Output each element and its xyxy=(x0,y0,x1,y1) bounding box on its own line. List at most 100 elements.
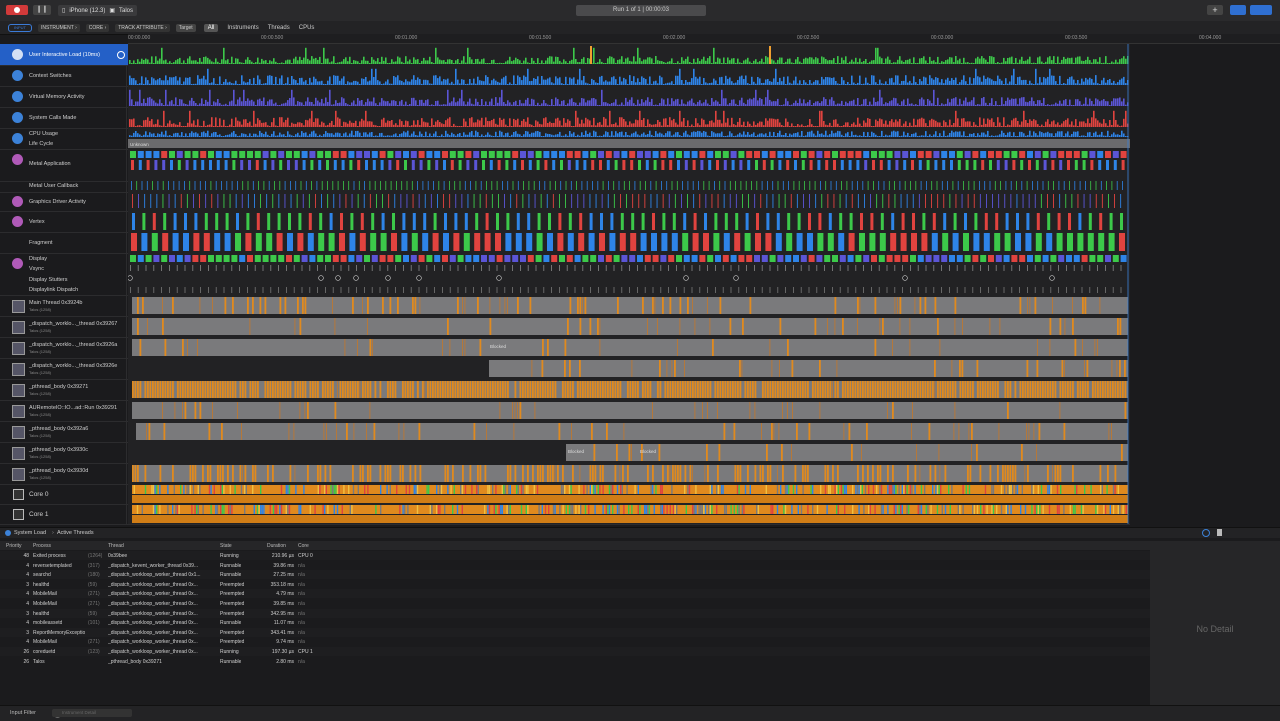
thread-running-slice xyxy=(162,402,163,419)
cpu-usage-bar xyxy=(833,133,835,137)
scope-instruments[interactable]: Instruments xyxy=(227,25,258,31)
context-switch-bar xyxy=(493,78,495,85)
cpu-usage-bar xyxy=(1063,136,1065,137)
vm-activity-bar xyxy=(629,99,631,106)
context-switch-bar xyxy=(253,77,255,85)
scope-all[interactable]: All xyxy=(203,23,219,32)
callback-tick xyxy=(1074,181,1076,190)
callback-tick xyxy=(343,181,344,190)
vm-activity-bar xyxy=(819,103,821,106)
vm-activity-bar xyxy=(779,105,781,106)
thread-running-slice xyxy=(727,381,729,398)
cpu-usage-bar xyxy=(1057,131,1059,137)
thread-running-slice xyxy=(277,381,279,398)
context-switch-bar xyxy=(753,81,755,85)
crumb-instrument[interactable]: INSTRUMENT › xyxy=(38,23,80,32)
cpu-usage-bar xyxy=(751,133,753,137)
core-slice xyxy=(352,485,355,494)
core-slice xyxy=(852,485,854,494)
load-bar xyxy=(139,61,141,64)
vm-activity-bar xyxy=(987,105,989,106)
vm-activity-bar xyxy=(697,101,699,106)
target-selector[interactable]: ▯ iPhone (12.3) ▣ Talos xyxy=(58,5,138,16)
pause-button[interactable]: ❙❙ xyxy=(33,5,51,15)
context-switch-bar xyxy=(195,83,197,85)
syscall-bar xyxy=(663,118,665,127)
cpu-usage-bar xyxy=(611,131,613,137)
track-options-icon[interactable] xyxy=(117,51,125,59)
vm-activity-bar xyxy=(933,89,935,106)
vertex-bar xyxy=(204,213,208,230)
cpu-usage-bar xyxy=(789,133,791,137)
metal-encoder-block xyxy=(691,151,698,158)
record-button[interactable] xyxy=(6,5,28,15)
context-switch-bar xyxy=(515,84,517,85)
vm-activity-bar xyxy=(353,100,355,106)
context-switch-bar xyxy=(631,81,633,85)
core-slice xyxy=(229,505,231,514)
load-bar xyxy=(1085,59,1087,64)
fragment-bar xyxy=(848,233,855,251)
core-slice xyxy=(194,505,196,514)
run-status[interactable]: Run 1 of 1 | 00:00:03 xyxy=(576,5,706,16)
context-switch-bar xyxy=(179,77,181,85)
core-slice xyxy=(223,505,225,514)
load-bar xyxy=(669,61,671,64)
context-switch-bar xyxy=(571,78,573,85)
vertex-bar xyxy=(1120,213,1123,230)
layout-toggle-right[interactable] xyxy=(1250,5,1272,15)
cpu-usage-bar xyxy=(419,131,421,137)
cpu-usage-bar xyxy=(891,131,893,137)
cpu-usage-bar xyxy=(931,136,933,137)
crumb-core[interactable]: CORE › xyxy=(85,23,110,32)
crumb-track-attribute[interactable]: TRACK ATTRIBUTE › xyxy=(115,23,170,32)
scope-cpus[interactable]: CPUs xyxy=(299,25,315,31)
thread-running-slice xyxy=(967,465,969,482)
thread-running-slice xyxy=(539,381,542,398)
thread-running-slice xyxy=(739,360,741,377)
driver-tick xyxy=(150,194,152,208)
driver-tick xyxy=(180,194,182,208)
load-bar xyxy=(983,58,985,64)
context-switch-bar xyxy=(883,83,885,85)
layout-toggle-left[interactable] xyxy=(1230,5,1246,15)
vm-activity-bar xyxy=(707,103,709,106)
core-slice xyxy=(578,485,580,494)
cpu-usage-bar xyxy=(729,131,731,137)
crumb-target[interactable]: Target xyxy=(175,23,196,32)
time-ruler[interactable]: 00:00.000 00:00.500 00:01.000 00:01.500 … xyxy=(128,34,1280,44)
cpu-usage-bar xyxy=(723,136,725,137)
vm-activity-bar xyxy=(823,97,825,106)
metal-encoder-block xyxy=(832,151,838,158)
thread-running-slice xyxy=(354,381,357,398)
thread-running-slice xyxy=(779,360,780,377)
context-switch-bar xyxy=(1115,83,1117,85)
scope-threads[interactable]: Threads xyxy=(268,25,290,31)
context-switch-bar xyxy=(985,78,987,85)
timeline-graph[interactable]: Unknown Blocked Blocked Blocked xyxy=(128,44,1130,524)
load-bar xyxy=(699,61,701,64)
cpu-usage-bar xyxy=(791,134,793,137)
thread-running-slice xyxy=(1069,381,1072,398)
cpu-usage-bar xyxy=(989,136,991,137)
cpu-usage-bar xyxy=(1105,135,1107,137)
cpu-usage-bar xyxy=(389,135,391,137)
core-slice xyxy=(468,485,470,494)
context-switch-bar xyxy=(923,76,925,85)
core-slice xyxy=(1108,485,1110,494)
load-bar xyxy=(167,62,169,64)
thread-running-slice xyxy=(379,381,382,398)
context-switch-bar xyxy=(201,78,203,85)
thread-running-slice xyxy=(772,381,774,398)
cpu-usage-bar xyxy=(351,130,353,137)
display-frame xyxy=(325,255,331,262)
load-bar xyxy=(1097,61,1099,64)
thread-running-slice xyxy=(867,465,869,482)
cpu-usage-bar xyxy=(803,136,805,137)
vm-activity-bar xyxy=(293,97,295,106)
thread-running-slice xyxy=(1077,381,1079,398)
thread-running-slice xyxy=(976,360,979,377)
filter-toggle[interactable]: INPUT xyxy=(8,23,32,32)
metal-encoder-block xyxy=(574,151,581,158)
add-instrument-button[interactable]: + xyxy=(1207,5,1223,15)
